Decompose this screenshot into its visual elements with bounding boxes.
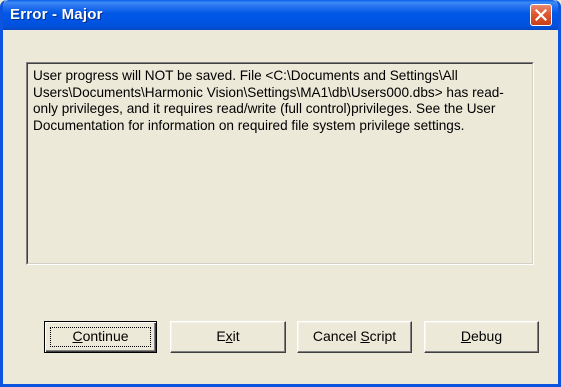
message-panel-inner: User progress will NOT be saved. File <C…	[27, 63, 533, 264]
debug-label-post: ebug	[470, 328, 503, 344]
dialog-title: Error - Major	[10, 6, 103, 23]
debug-accelerator: D	[460, 328, 471, 344]
focus-rect	[50, 327, 151, 347]
cancel-script-button[interactable]: Cancel Script	[297, 321, 412, 353]
title-bar[interactable]: Error - Major	[3, 0, 558, 30]
continue-button[interactable]: Continue	[44, 321, 157, 353]
close-button[interactable]	[530, 4, 552, 26]
close-x-icon	[535, 9, 547, 21]
cancel-script-accelerator: S	[360, 328, 370, 344]
cancel-script-label-post: cript	[369, 328, 397, 344]
message-panel: User progress will NOT be saved. File <C…	[26, 62, 534, 265]
error-dialog: Error - Major User progress will NOT be …	[0, 0, 561, 387]
exit-button[interactable]: Exit	[170, 321, 286, 353]
exit-label-post: it	[232, 328, 240, 344]
exit-accelerator: x	[225, 328, 233, 344]
cancel-script-label-pre: Cancel	[312, 328, 361, 344]
exit-label-pre: E	[216, 328, 226, 344]
debug-button[interactable]: Debug	[424, 321, 539, 353]
error-message: User progress will NOT be saved. File <C…	[33, 68, 504, 133]
